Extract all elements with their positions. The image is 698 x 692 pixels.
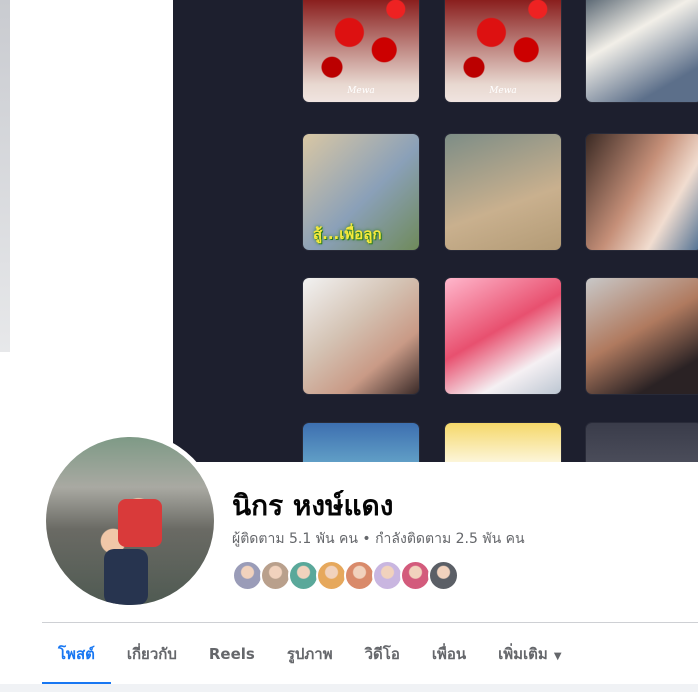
- mutual-friends-avatars[interactable]: [232, 560, 459, 591]
- tab-photos[interactable]: รูปภาพ: [271, 624, 349, 684]
- friend-avatar[interactable]: [428, 560, 459, 591]
- tab-divider: [42, 622, 698, 623]
- page-background-strip: [0, 684, 698, 692]
- tab-more-label: เพิ่มเติม: [498, 645, 548, 663]
- cover-tile-caption: Mewa: [347, 86, 375, 96]
- cover-tile-caption: Mewa: [489, 86, 517, 96]
- profile-follow-stats[interactable]: ผู้ติดตาม 5.1 พัน คน • กำลังติดตาม 2.5 พ…: [232, 528, 525, 550]
- tab-posts[interactable]: โพสต์: [42, 624, 111, 685]
- cover-tile-roses: Mewa: [445, 0, 561, 102]
- tab-friends[interactable]: เพื่อน: [416, 624, 482, 684]
- cover-tile-photo: [445, 134, 561, 250]
- profile-picture-figure: [118, 499, 162, 547]
- cover-photo[interactable]: Mewa Mewa สู้...เพื่อลูก: [173, 0, 698, 462]
- friend-avatar[interactable]: [260, 560, 291, 591]
- cover-tile-photo: [303, 278, 419, 394]
- friend-avatar[interactable]: [372, 560, 403, 591]
- cover-tile-photo: [445, 423, 561, 462]
- friend-avatar[interactable]: [400, 560, 431, 591]
- profile-picture[interactable]: [46, 437, 214, 605]
- cover-tile-photo: [586, 423, 698, 462]
- cover-tile-caption: สู้...เพื่อลูก: [313, 225, 382, 243]
- tab-about[interactable]: เกี่ยวกับ: [111, 624, 193, 684]
- friend-avatar[interactable]: [232, 560, 263, 591]
- friend-avatar[interactable]: [316, 560, 347, 591]
- caret-down-icon: ▼: [553, 651, 562, 662]
- cover-photo-edge: [0, 0, 10, 352]
- cover-tile-photo: [445, 278, 561, 394]
- profile-name: นิกร หงษ์แดง: [232, 489, 394, 522]
- cover-tile-photo: [586, 278, 698, 394]
- cover-photo-blank: [10, 0, 173, 462]
- profile-picture-figure: [104, 549, 148, 605]
- friend-avatar[interactable]: [344, 560, 375, 591]
- cover-tile-photo: [586, 134, 698, 250]
- cover-tile-photo: สู้...เพื่อลูก: [303, 134, 419, 250]
- tab-reels[interactable]: Reels: [193, 624, 271, 684]
- cover-tile-photo: [586, 0, 698, 102]
- cover-tile-roses: Mewa: [303, 0, 419, 102]
- tab-videos[interactable]: วิดีโอ: [349, 624, 416, 684]
- profile-tabs: โพสต์ เกี่ยวกับ Reels รูปภาพ วิดีโอ เพื่…: [42, 624, 578, 685]
- tab-more[interactable]: เพิ่มเติม ▼: [482, 624, 577, 684]
- friend-avatar[interactable]: [288, 560, 319, 591]
- cover-tile-photo: [303, 423, 419, 462]
